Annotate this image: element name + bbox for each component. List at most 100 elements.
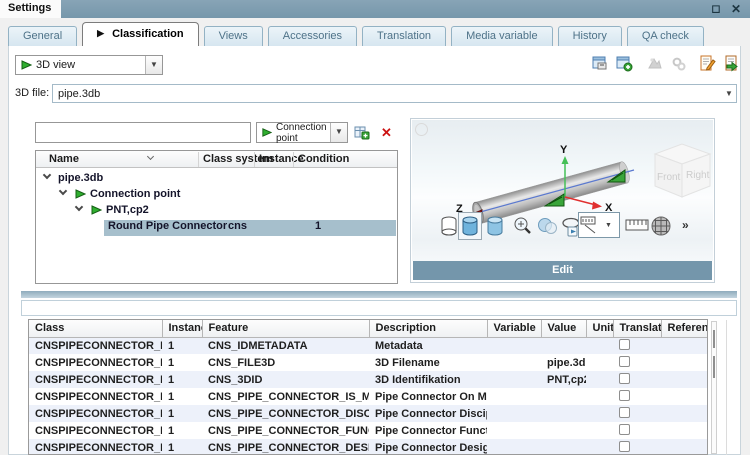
cylinder-wireframe-icon[interactable] <box>440 215 458 237</box>
scrollbar-thumb[interactable] <box>713 356 715 378</box>
maximize-button[interactable]: ◻ <box>708 1 724 17</box>
viewport-corner-icon <box>415 123 428 136</box>
file-dropdown-arrow[interactable]: ▼ <box>722 89 736 98</box>
transparency-icon[interactable] <box>537 216 559 236</box>
feature-row[interactable]: CNSPIPECONNECTOR_ROUND1CNS_PIPE_CONNECTO… <box>29 388 708 405</box>
tab-translation[interactable]: Translation <box>362 26 446 46</box>
tab-views[interactable]: Views <box>204 26 263 46</box>
mesh-icon[interactable] <box>649 214 673 238</box>
col-description[interactable]: Description <box>369 320 487 337</box>
svg-text:Right: Right <box>686 170 710 181</box>
delete-point-button[interactable]: ✕ <box>378 124 395 141</box>
col-translation[interactable]: Translation <box>613 320 661 337</box>
point-type-dropdown-arrow[interactable]: ▼ <box>330 123 347 142</box>
cell-value: pipe.3db <box>541 354 586 371</box>
edit-button[interactable]: Edit <box>413 261 712 280</box>
cell-variable <box>487 388 541 405</box>
tab-classification[interactable]: ▶ Classification <box>82 22 198 46</box>
tab-accessories[interactable]: Accessories <box>268 26 357 46</box>
feature-row[interactable]: CNSPIPECONNECTOR_ROUND1CNS_PIPE_CONNECTO… <box>29 422 708 439</box>
viewport-3d[interactable]: Front Right Z <box>412 120 713 261</box>
col-value[interactable]: Value <box>541 320 586 337</box>
feature-row[interactable]: CNSPIPECONNECTOR_ROUND1CNS_PIPE_CONNECTO… <box>29 405 708 422</box>
value-edit-strip[interactable] <box>21 300 737 316</box>
cell-unit <box>586 405 613 422</box>
cell-class: CNSPIPECONNECTOR_ROUND <box>29 439 162 455</box>
tree-class-system-value: cns <box>228 220 247 232</box>
batch-disabled-icon <box>670 55 687 72</box>
active-tab-arrow-icon: ▶ <box>97 28 104 39</box>
filter-input[interactable] <box>35 122 251 143</box>
view-mode-dropdown-arrow[interactable]: ▼ <box>145 56 162 74</box>
expand-chevron-icon[interactable] <box>75 203 83 211</box>
feature-row[interactable]: CNSPIPECONNECTOR_ROUND1CNS_FILE3D3D File… <box>29 354 708 371</box>
translation-checkbox[interactable] <box>619 356 630 367</box>
point-type-select[interactable]: Connection point ▼ <box>256 122 348 143</box>
translation-checkbox[interactable] <box>619 373 630 384</box>
tab-classification-label: Classification <box>112 28 184 40</box>
horizontal-splitter[interactable] <box>21 291 737 298</box>
cell-value <box>541 337 586 354</box>
translation-checkbox[interactable] <box>619 424 630 435</box>
feature-row[interactable]: CNSPIPECONNECTOR_ROUND1CNS_PIPE_CONNECTO… <box>29 439 708 455</box>
green-arrow-icon <box>90 204 102 216</box>
import-report-icon[interactable] <box>723 55 740 72</box>
translation-checkbox[interactable] <box>619 407 630 418</box>
measure-dropdown-icon[interactable]: ▼ <box>578 212 620 238</box>
tree-col-instance[interactable]: Instance <box>259 153 304 165</box>
point-type-value: Connection point <box>276 122 330 144</box>
table-scrollbar[interactable] <box>711 321 717 454</box>
file-select[interactable]: pipe.3db ▼ <box>52 84 737 103</box>
tab-history[interactable]: History <box>558 26 622 46</box>
col-variable[interactable]: Variable <box>487 320 541 337</box>
tree-col-name[interactable]: Name <box>49 153 79 165</box>
add-point-button[interactable] <box>353 124 370 141</box>
cell-unit <box>586 371 613 388</box>
tree-row-connection-point[interactable]: Connection point <box>36 187 397 203</box>
tab-strip: General ▶ Classification Views Accessori… <box>8 22 704 46</box>
tree-row-pipe[interactable]: pipe.3db <box>36 171 397 187</box>
translation-checkbox[interactable] <box>619 441 630 452</box>
col-reference[interactable]: Reference <box>661 320 708 337</box>
col-unit[interactable]: Unit <box>586 320 613 337</box>
cell-reference <box>661 337 708 354</box>
feature-row[interactable]: CNSPIPECONNECTOR_ROUND1CNS_IDMETADATAMet… <box>29 337 708 354</box>
close-button[interactable]: ✕ <box>728 1 744 17</box>
expand-chevron-icon[interactable] <box>59 187 67 195</box>
tree-row-round-pipe-connector[interactable]: Round Pipe Connector cns 1 <box>36 219 397 235</box>
feature-row[interactable]: CNSPIPECONNECTOR_ROUND1CNS_3DID3D Identi… <box>29 371 708 388</box>
scrollbar-thumb[interactable] <box>713 330 715 348</box>
cell-description: 3D Identifikation <box>369 371 487 388</box>
cell-variable <box>487 371 541 388</box>
tree-row-pnt-cp2[interactable]: PNT,cp2 <box>36 203 397 219</box>
tab-qa-check[interactable]: QA check <box>627 26 704 46</box>
file-value: pipe.3db <box>53 88 722 100</box>
col-class[interactable]: Class <box>29 320 162 337</box>
cylinder-solid-selected-icon[interactable] <box>458 212 482 240</box>
cell-feature: CNS_3DID <box>202 371 369 388</box>
measure-dropdown-arrow[interactable]: ▼ <box>605 222 612 229</box>
sort-indicator-icon <box>147 153 154 160</box>
translation-checkbox[interactable] <box>619 339 630 350</box>
col-instance[interactable]: Instance <box>162 320 202 337</box>
expand-chevron-icon[interactable] <box>43 171 51 179</box>
cylinder-shaded-icon[interactable] <box>486 215 504 237</box>
edit-report-icon[interactable] <box>699 55 716 72</box>
tab-media-variable[interactable]: Media variable <box>451 26 553 46</box>
cell-instance: 1 <box>162 422 202 439</box>
cell-feature: CNS_PIPE_CONNECTOR_IS_MAINLINE <box>202 388 369 405</box>
tree-col-condition[interactable]: Condition <box>298 153 349 165</box>
cell-class: CNSPIPECONNECTOR_ROUND <box>29 388 162 405</box>
ruler-icon[interactable] <box>625 218 649 232</box>
export-view-icon[interactable] <box>592 55 609 72</box>
viewer-panel: Front Right Z <box>410 118 715 283</box>
translation-checkbox[interactable] <box>619 390 630 401</box>
cell-unit <box>586 422 613 439</box>
view-mode-select[interactable]: 3D view ▼ <box>15 55 163 75</box>
tab-general[interactable]: General <box>8 26 77 46</box>
zoom-icon[interactable] <box>513 216 533 236</box>
cell-feature: CNS_PIPE_CONNECTOR_DESIGNATION <box>202 439 369 455</box>
col-feature[interactable]: Feature <box>202 320 369 337</box>
add-view-icon[interactable] <box>616 55 633 72</box>
more-tools-button[interactable]: » <box>682 218 689 232</box>
